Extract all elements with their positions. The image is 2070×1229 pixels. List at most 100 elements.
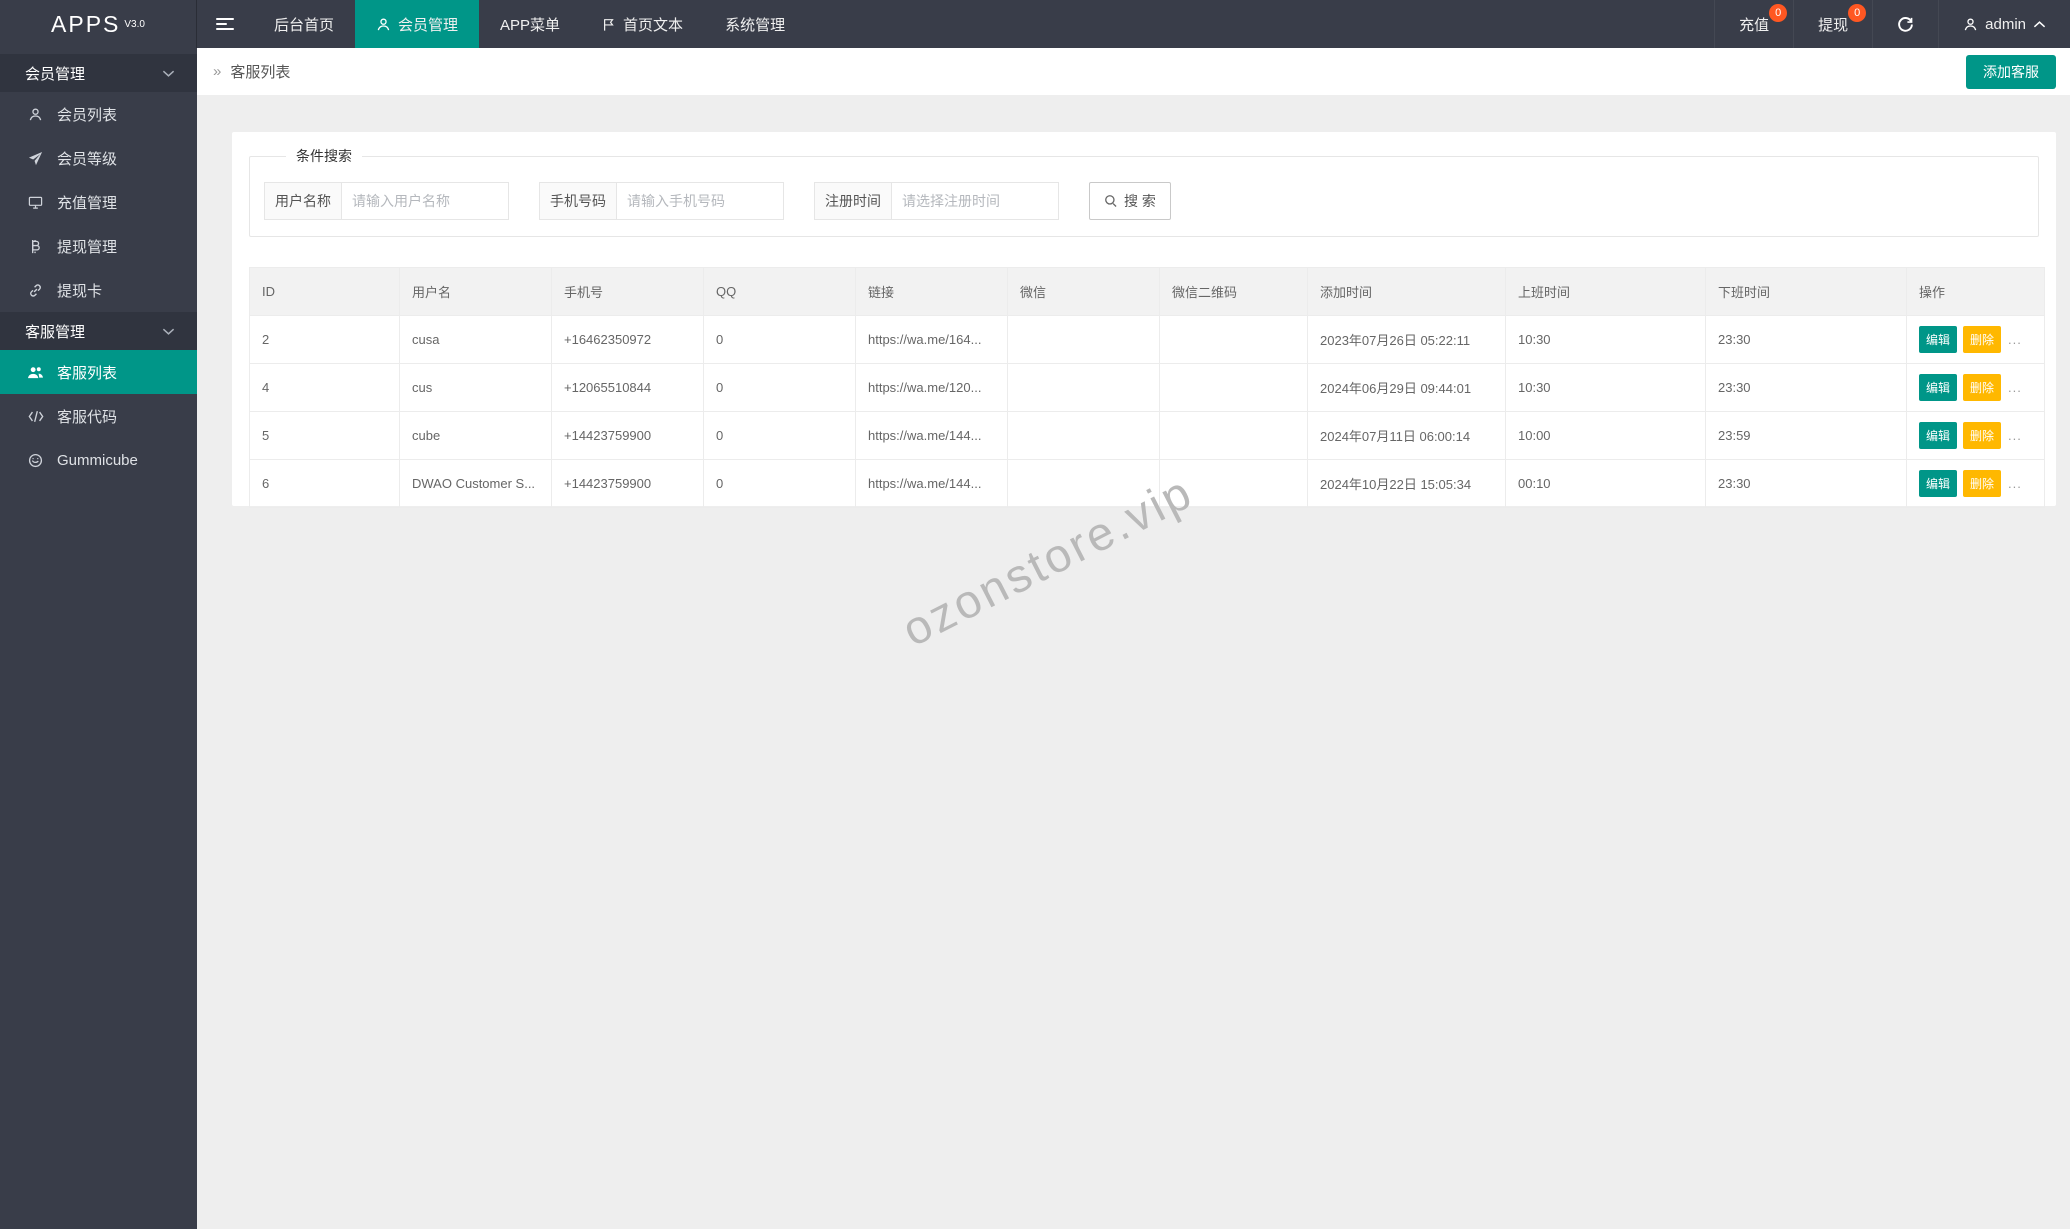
cell-qq: 0	[703, 411, 856, 460]
recharge-button[interactable]: 充值 0	[1714, 0, 1793, 48]
sidebar-item-service-list[interactable]: 客服列表	[0, 350, 197, 394]
sidebar-item-service-code[interactable]: 客服代码	[0, 394, 197, 438]
refresh-button[interactable]	[1872, 0, 1938, 48]
sidebar-item-member-level[interactable]: 会员等级	[0, 136, 197, 180]
user-menu[interactable]: admin	[1938, 0, 2070, 48]
cell-start-time: 10:30	[1505, 315, 1706, 364]
cell-link: https://wa.me/144...	[855, 411, 1008, 460]
delete-button[interactable]: 删除	[1963, 422, 2002, 449]
link-icon	[27, 283, 44, 298]
edit-button[interactable]: 编辑	[1919, 422, 1958, 449]
delete-button[interactable]: 删除	[1963, 470, 2002, 497]
topnav-members[interactable]: 会员管理	[355, 0, 480, 48]
cell-added-time: 2024年10月22日 15:05:34	[1307, 459, 1506, 508]
flag-icon	[602, 17, 616, 32]
page-title: 客服列表	[230, 64, 291, 81]
sidebar-item-label: 会员列表	[57, 106, 118, 124]
col-end-time: 下班时间	[1705, 267, 1907, 316]
content-card: 条件搜索 用户名称 手机号码 注册时间	[232, 132, 2056, 508]
topnav-app-menu[interactable]: APP菜单	[479, 0, 581, 48]
more-actions-button[interactable]: ...	[2008, 380, 2022, 395]
sidebar-item-label: 会员等级	[57, 150, 118, 168]
topnav-system[interactable]: 系统管理	[704, 0, 806, 48]
cell-wechat	[1007, 411, 1160, 460]
cell-id: 6	[249, 459, 400, 508]
user-icon	[1963, 17, 1978, 32]
sidebar-group-service[interactable]: 客服管理	[0, 312, 197, 350]
service-table: ID 用户名 手机号 QQ 链接 微信 微信二维码 添加时间 上班时间 下班时间…	[249, 267, 2045, 508]
cell-start-time: 10:00	[1505, 411, 1706, 460]
cell-wechat-qr	[1159, 459, 1308, 508]
more-actions-button[interactable]: ...	[2008, 428, 2022, 443]
cell-phone: +16462350972	[551, 315, 704, 364]
username: admin	[1985, 15, 2026, 33]
more-actions-button[interactable]: ...	[2008, 332, 2022, 347]
col-wechat: 微信	[1007, 267, 1160, 316]
search-panel-legend: 条件搜索	[296, 148, 352, 164]
regtime-input[interactable]	[891, 182, 1059, 220]
sidebar-item-withdraw-card[interactable]: 提现卡	[0, 268, 197, 312]
more-actions-button[interactable]: ...	[2008, 476, 2022, 491]
col-id: ID	[249, 267, 400, 316]
cell-end-time: 23:30	[1705, 363, 1907, 412]
cell-qq: 0	[703, 315, 856, 364]
refresh-icon	[1897, 16, 1914, 33]
delete-button[interactable]: 删除	[1963, 374, 2002, 401]
sidebar-item-label: 客服列表	[57, 364, 118, 382]
delete-button[interactable]: 删除	[1963, 326, 2002, 353]
user-icon	[376, 17, 391, 32]
topnav-dashboard[interactable]: 后台首页	[253, 0, 355, 48]
cell-link: https://wa.me/120...	[855, 363, 1008, 412]
main-content: » 客服列表 添加客服 条件搜索 用户名称 手机号码 注册时间	[197, 48, 2070, 1229]
edit-button[interactable]: 编辑	[1919, 470, 1958, 497]
cell-wechat-qr	[1159, 363, 1308, 412]
cell-actions: 编辑 删除...	[1906, 459, 2045, 508]
cell-id: 2	[249, 315, 400, 364]
cell-added-time: 2024年07月11日 06:00:14	[1307, 411, 1506, 460]
cell-qq: 0	[703, 363, 856, 412]
edit-button[interactable]: 编辑	[1919, 374, 1958, 401]
withdraw-button[interactable]: 提现 0	[1793, 0, 1872, 48]
topnav-label: 后台首页	[274, 16, 335, 34]
sidebar-item-label: 提现管理	[57, 238, 118, 256]
cell-wechat	[1007, 459, 1160, 508]
search-button[interactable]: 搜 索	[1089, 182, 1171, 220]
table-header-row: ID 用户名 手机号 QQ 链接 微信 微信二维码 添加时间 上班时间 下班时间…	[249, 267, 2045, 316]
topbar: APPS V3.0 后台首页 会员管理 APP菜单 首页文本 系统管理 充值 0…	[0, 0, 2070, 48]
users-icon	[27, 365, 44, 380]
phone-input[interactable]	[616, 182, 784, 220]
username-input[interactable]	[341, 182, 509, 220]
cell-qq: 0	[703, 459, 856, 508]
sidebar-group-members[interactable]: 会员管理	[0, 54, 197, 92]
phone-field-label: 手机号码	[539, 182, 616, 220]
cell-phone: +14423759900	[551, 459, 704, 508]
username-field-group: 用户名称	[264, 182, 509, 220]
sidebar-item-label: 客服代码	[57, 408, 118, 426]
menu-collapse-icon[interactable]	[197, 0, 253, 48]
page-header: » 客服列表 添加客服	[197, 48, 2070, 95]
topbar-right: 充值 0 提现 0 admin	[1714, 0, 2070, 48]
cell-end-time: 23:59	[1705, 411, 1907, 460]
username-field-label: 用户名称	[264, 182, 341, 220]
edit-button[interactable]: 编辑	[1919, 326, 1958, 353]
add-service-button[interactable]: 添加客服	[1966, 54, 2056, 89]
sidebar-item-withdraw-mgmt[interactable]: 提现管理	[0, 224, 197, 268]
cell-actions: 编辑 删除...	[1906, 363, 2045, 412]
cell-start-time: 00:10	[1505, 459, 1706, 508]
cell-username: DWAO Customer S...	[399, 459, 552, 508]
cell-id: 4	[249, 363, 400, 412]
topnav-home-text[interactable]: 首页文本	[581, 0, 704, 48]
cell-id: 5	[249, 411, 400, 460]
cell-link: https://wa.me/144...	[855, 459, 1008, 508]
sidebar-item-gummicube[interactable]: Gummicube	[0, 438, 197, 482]
sidebar-item-member-list[interactable]: 会员列表	[0, 92, 197, 136]
app-logo-text: APPS	[51, 10, 121, 37]
chevron-down-icon	[162, 327, 175, 336]
chevron-down-icon	[162, 69, 175, 78]
code-icon	[27, 410, 44, 423]
col-phone: 手机号	[551, 267, 704, 316]
table-row: 5 cube +14423759900 0 https://wa.me/144.…	[249, 411, 2045, 460]
sidebar-item-recharge-mgmt[interactable]: 充值管理	[0, 180, 197, 224]
cell-username: cube	[399, 411, 552, 460]
sidebar-group-label: 会员管理	[25, 65, 86, 83]
